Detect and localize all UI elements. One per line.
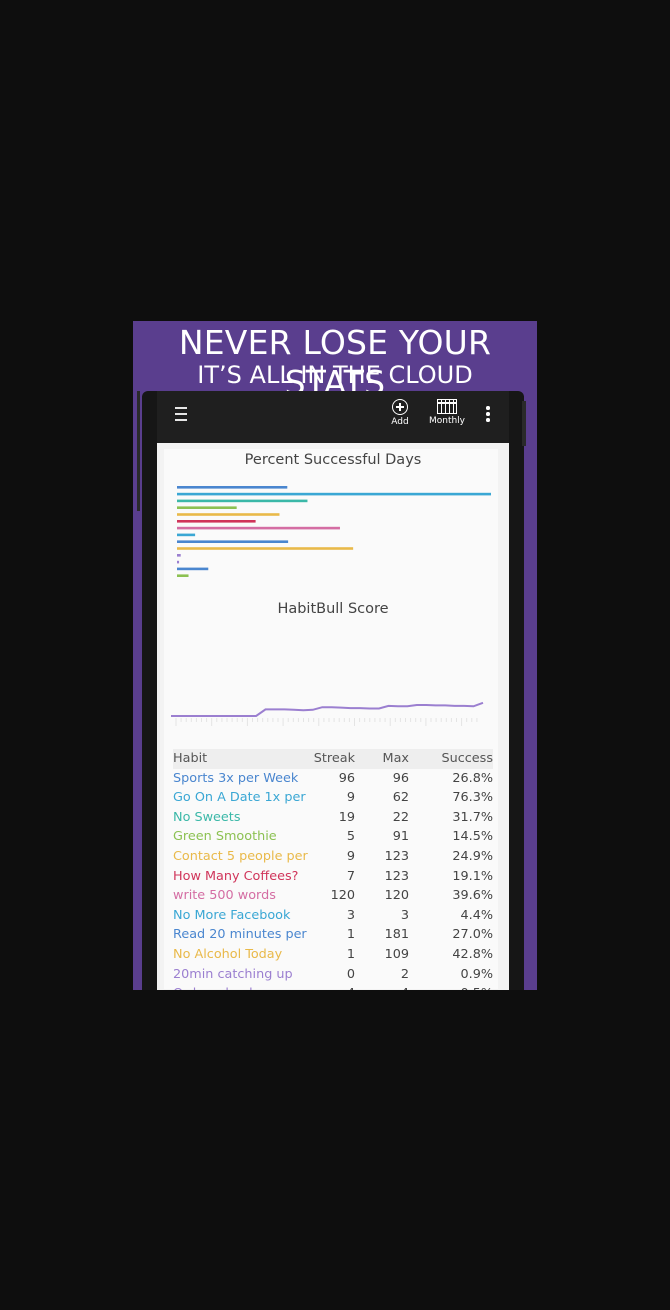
percent-bar	[177, 513, 280, 516]
habit-name: Order a book	[173, 984, 257, 990]
habit-max: 109	[384, 946, 409, 962]
habit-max: 123	[384, 868, 409, 884]
habit-max: 2	[400, 966, 409, 982]
phone-side-button	[137, 391, 140, 511]
table-row[interactable]: No Alcohol Today 1 109 42.8%	[173, 945, 493, 965]
percent-bar	[177, 506, 237, 509]
more-vertical-icon[interactable]	[485, 406, 491, 424]
habit-success: 39.6%	[452, 888, 493, 904]
plus-circle-icon	[392, 399, 408, 415]
percent-successful-days-chart	[177, 486, 491, 577]
habit-streak: 9	[346, 790, 355, 806]
promo-subheadline: IT’S ALL IN THE CLOUD	[197, 361, 473, 389]
habit-streak: 19	[338, 809, 355, 825]
habit-success: 27.0%	[452, 927, 493, 943]
habit-name: Go On A Date 1x per	[173, 790, 306, 806]
percent-bar	[177, 492, 491, 496]
percent-bar	[177, 520, 256, 523]
percent-chart-title: Percent Successful Days	[244, 452, 422, 468]
habit-max: 91	[392, 829, 409, 845]
habit-stats-table: Habit Streak Max Success Sports 3x per W…	[173, 749, 493, 990]
monthly-button[interactable]: Monthly	[428, 399, 466, 426]
habit-max: 3	[400, 907, 409, 923]
table-row[interactable]: Green Smoothie 5 91 14.5%	[173, 827, 493, 847]
habit-max: 62	[392, 790, 409, 806]
percent-bar	[177, 574, 189, 577]
habit-name: No Sweets	[173, 809, 241, 825]
table-row[interactable]: Go On A Date 1x per 9 62 76.3%	[173, 788, 493, 808]
habit-success: 4.4%	[460, 907, 493, 923]
table-row[interactable]: write 500 words 120 120 39.6%	[173, 886, 493, 906]
habit-success: 19.1%	[452, 868, 493, 884]
calendar-icon	[437, 399, 457, 414]
habit-streak: 5	[346, 829, 355, 845]
table-row[interactable]: Sports 3x per Week 96 96 26.8%	[173, 769, 493, 789]
table-row[interactable]: Contact 5 people per 9 123 24.9%	[173, 847, 493, 867]
percent-bar	[177, 540, 289, 543]
table-header-row: Habit Streak Max Success	[173, 749, 493, 769]
score-line	[171, 701, 484, 717]
habit-success: 42.8%	[452, 946, 493, 962]
phone-side-button	[522, 401, 526, 446]
promo-banner: NEVER LOSE YOUR STATS IT’S ALL IN THE CL…	[133, 321, 537, 990]
table-row[interactable]: Read 20 minutes per 1 181 27.0%	[173, 925, 493, 945]
habit-streak: 0	[346, 966, 355, 982]
habit-max: 120	[384, 888, 409, 904]
app-bar: Add Monthly	[157, 391, 509, 443]
header-habit: Habit	[173, 751, 208, 766]
habit-max: 4	[401, 984, 409, 990]
hamburger-menu-icon[interactable]	[175, 407, 187, 421]
habit-name: Sports 3x per Week	[173, 770, 299, 786]
percent-bar	[177, 526, 340, 530]
header-max: Max	[382, 751, 409, 766]
percent-bar	[177, 547, 354, 550]
habit-max: 22	[392, 809, 409, 825]
habit-success: 76.3%	[452, 790, 493, 806]
habit-success: 0.5%	[460, 984, 493, 990]
add-label: Add	[391, 417, 409, 427]
percent-bar	[177, 486, 288, 489]
habit-streak: 120	[330, 888, 355, 904]
habit-name: How Many Coffees?	[173, 868, 299, 884]
habit-max: 181	[384, 927, 409, 943]
habit-name: Contact 5 people per	[173, 848, 308, 864]
habit-name: write 500 words	[173, 888, 276, 904]
habit-name: 20min catching up	[173, 966, 293, 982]
habit-name: No Alcohol Today	[173, 946, 283, 962]
habit-success: 26.8%	[452, 770, 493, 786]
habit-name: Green Smoothie	[173, 829, 277, 845]
habit-streak: 3	[346, 907, 355, 923]
habit-name: No More Facebook	[173, 907, 291, 923]
habit-success: 31.7%	[452, 809, 493, 825]
stats-screen[interactable]: Percent Successful Days HabitBull Score …	[157, 443, 509, 990]
habit-streak: 4	[347, 984, 355, 990]
percent-bar	[177, 567, 209, 571]
percent-bar	[177, 499, 308, 503]
table-row[interactable]: Order a book 4 4 0.5%	[173, 984, 493, 990]
monthly-label: Monthly	[428, 416, 466, 426]
habit-max: 123	[384, 848, 409, 864]
habit-streak: 7	[346, 868, 355, 884]
habit-streak: 9	[346, 848, 355, 864]
habitbull-score-chart	[171, 701, 484, 726]
add-button[interactable]: Add	[389, 399, 411, 427]
percent-bar	[177, 560, 180, 564]
habit-name: Read 20 minutes per	[173, 927, 307, 943]
habit-streak: 1	[346, 927, 355, 943]
habit-streak: 96	[338, 770, 355, 786]
percent-bar	[177, 533, 196, 537]
habit-streak: 1	[346, 946, 355, 962]
habit-success: 0.9%	[460, 966, 493, 982]
score-chart-title: HabitBull Score	[277, 601, 389, 617]
habit-max: 96	[392, 770, 409, 786]
table-row[interactable]: No More Facebook 3 3 4.4%	[173, 906, 493, 926]
habit-success: 14.5%	[452, 829, 493, 845]
table-row[interactable]: 20min catching up 0 2 0.9%	[173, 965, 493, 985]
table-row[interactable]: How Many Coffees? 7 123 19.1%	[173, 867, 493, 887]
habit-success: 24.9%	[452, 848, 493, 864]
table-row[interactable]: No Sweets 19 22 31.7%	[173, 808, 493, 828]
header-streak: Streak	[313, 751, 355, 766]
percent-bar	[177, 554, 181, 557]
header-success: Success	[441, 751, 493, 766]
